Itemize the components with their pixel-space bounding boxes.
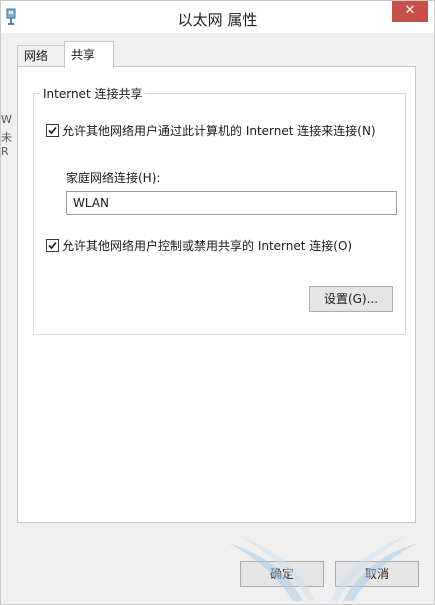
allow-control-checkbox[interactable]	[46, 239, 59, 252]
ics-group-title: Internet 连接共享	[40, 85, 146, 102]
sharing-panel: Internet 连接共享 允许其他网络用户通过此计算机的 Internet 连…	[17, 66, 416, 523]
home-network-label: 家庭网络连接(H):	[66, 171, 161, 185]
ics-group: Internet 连接共享 允许其他网络用户通过此计算机的 Internet 连…	[33, 85, 406, 335]
allow-connect-label[interactable]: 允许其他网络用户通过此计算机的 Internet 连接来连接(N)	[62, 122, 376, 139]
background-window-fragment: R	[1, 145, 9, 158]
tab-network[interactable]: 网络	[17, 45, 65, 67]
close-button[interactable]: ✕	[392, 1, 428, 22]
properties-dialog: 以太网 属性 ✕ 网络 共享 W 未 R Internet 连接共享 允许其他网…	[0, 0, 435, 605]
tab-sharing[interactable]: 共享	[64, 41, 114, 68]
ok-button[interactable]: 确定	[240, 561, 324, 587]
allow-control-label[interactable]: 允许其他网络用户控制或禁用共享的 Internet 连接(O)	[62, 237, 352, 254]
window-title: 以太网 属性	[177, 11, 258, 29]
allow-connect-checkbox[interactable]	[46, 124, 59, 137]
cancel-button[interactable]: 取消	[335, 561, 419, 587]
settings-button[interactable]: 设置(G)...	[309, 286, 393, 312]
close-icon: ✕	[404, 3, 416, 18]
background-window-fragment: 未	[1, 131, 12, 144]
checkmark-icon	[48, 126, 57, 135]
title-bar[interactable]: 以太网 属性 ✕	[1, 1, 434, 33]
background-window-fragment: W	[1, 113, 12, 126]
home-network-field[interactable]: WLAN	[66, 191, 397, 215]
checkmark-icon	[48, 241, 57, 250]
